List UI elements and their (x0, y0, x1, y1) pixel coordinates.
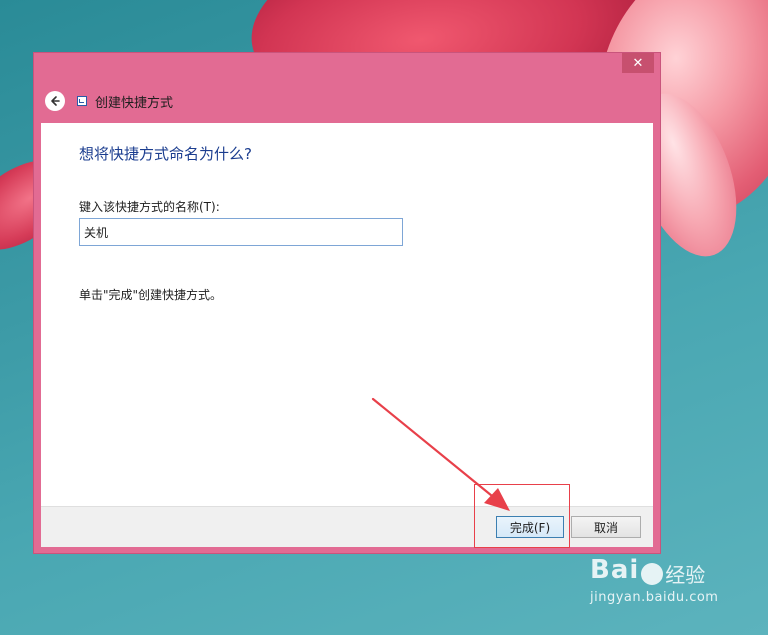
finish-hint: 单击"完成"创建快捷方式。 (79, 288, 223, 302)
baidu-jingyan-watermark: Bai 经验 jingyan.baidu.com (590, 555, 760, 625)
annotation-highlight-box (474, 484, 570, 548)
watermark-url: jingyan.baidu.com (590, 590, 719, 605)
name-field-label: 键入该快捷方式的名称(T): (79, 200, 220, 214)
dialog-content: 想将快捷方式命名为什么? 键入该快捷方式的名称(T): 单击"完成"创建快捷方式… (41, 123, 653, 506)
paw-icon (641, 562, 664, 585)
shortcut-name-input[interactable] (79, 218, 403, 246)
create-shortcut-dialog: ✕ 创建快捷方式 想将快捷方式命名为什么? 键入该快捷方式的名称(T): 单击"… (34, 53, 660, 553)
dialog-title: 创建快捷方式 (95, 95, 174, 111)
watermark-logo: Bai 经验 (590, 555, 706, 587)
shortcut-icon (77, 96, 87, 106)
page-heading: 想将快捷方式命名为什么? (79, 145, 252, 163)
cancel-button[interactable]: 取消 (571, 516, 641, 538)
arrow-left-icon (51, 96, 60, 106)
close-icon: ✕ (632, 55, 644, 71)
dialog-titlebar: 创建快捷方式 (34, 81, 660, 121)
back-button[interactable] (45, 91, 65, 111)
close-button[interactable]: ✕ (622, 53, 654, 73)
